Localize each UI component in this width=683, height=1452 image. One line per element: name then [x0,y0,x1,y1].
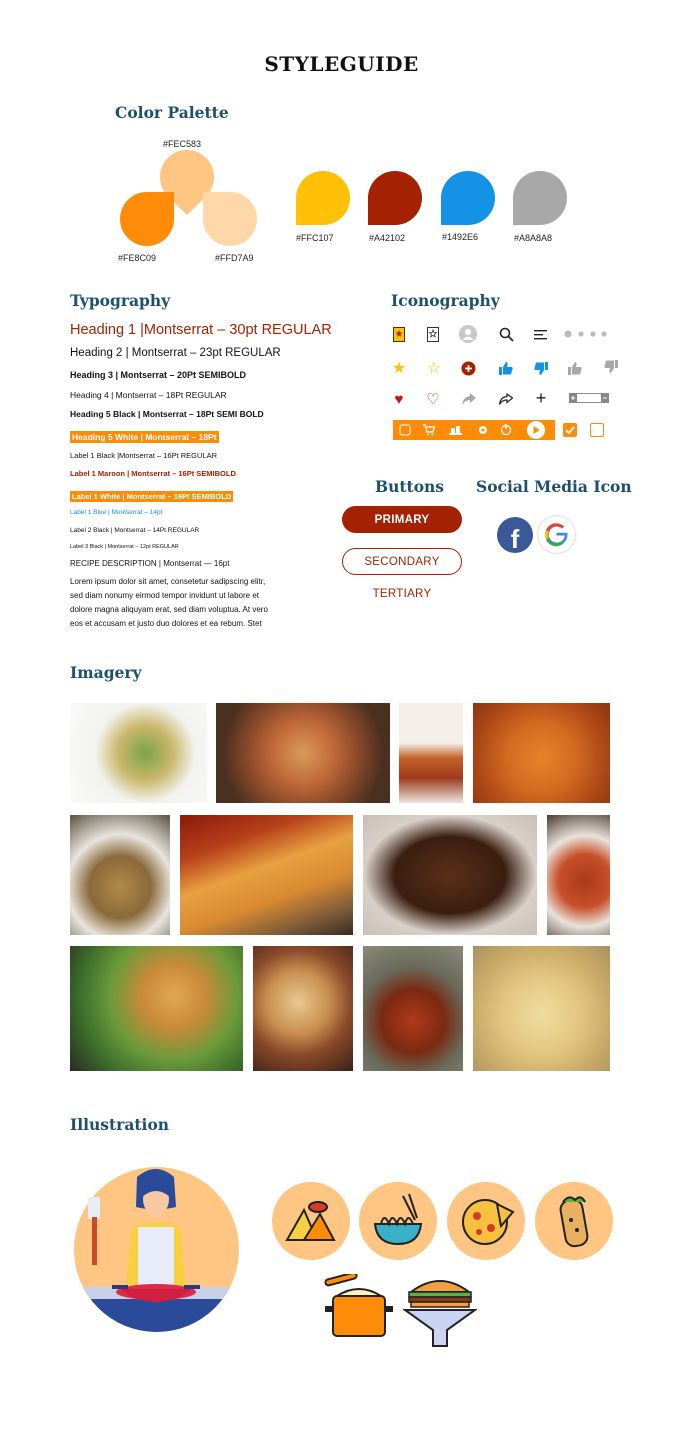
noodle-bowl-icon [359,1182,437,1260]
heart-outline-icon[interactable]: ♡ [424,390,442,408]
bookmark-filled-icon[interactable] [390,325,408,343]
heart-filled-icon[interactable]: ♥ [390,390,408,408]
chef-cooking-illustration [74,1167,239,1332]
thumb-down-blue-icon[interactable] [532,359,550,377]
pasta-salad-image [70,703,207,803]
lorem-line: Lorem ipsum dolor sit amet, consetetur s… [70,577,266,586]
swatch-ffd7a9 [203,192,257,246]
swatch-label: #1492E6 [442,232,479,242]
sample-label-2: Label 2 Black | Montserrat – 14Pt REGULA… [70,527,200,534]
add-circle-icon[interactable] [459,359,477,377]
swatch-label: #A42102 [369,233,406,243]
chocolate-cake-image [363,815,537,935]
swatch-label: #FFD7A9 [215,253,254,263]
typography-heading: Typography [70,291,171,310]
imagery-heading: Imagery [70,663,142,682]
samosa-image [70,946,243,1071]
thumb-up-gray-icon[interactable] [566,359,584,377]
iconography-heading: Iconography [391,291,500,310]
burrito-image [253,946,353,1071]
swatch-a42102 [368,171,422,225]
thumb-down-gray-icon[interactable] [602,357,620,375]
lorem-line: eos et accusam et justo duo dolores et e… [70,619,262,628]
dots-icon[interactable] [564,325,608,343]
google-icon[interactable] [538,516,575,553]
facebook-icon[interactable]: f [497,517,533,553]
pizza-image [216,703,390,803]
swatch-1492e6 [441,171,495,225]
meatballs-image [547,815,610,935]
color-palette-heading: Color Palette [115,103,229,122]
penne-arrabbiata-image [473,703,610,803]
checkbox-empty-icon[interactable] [590,423,604,437]
swatch-ffc107 [296,171,350,225]
swatch-label: #A8A8A8 [514,233,553,243]
menu-icon[interactable] [531,325,549,343]
quantity-stepper-icon[interactable] [569,393,609,403]
swatch-label: #FEC583 [163,139,202,149]
user-avatar-icon[interactable] [459,325,477,343]
lorem-line: sed diam nonumy eirmod tempor invidunt u… [70,591,259,600]
swatch-label: #FFC107 [296,233,334,243]
swatch-a8a8a8 [513,171,567,225]
sample-heading-5-black: Heading 5 Black | Montserrat – 18Pt SEMI… [70,409,264,419]
dosa-image [180,815,353,935]
plus-icon[interactable]: + [532,388,550,408]
share-gray-icon[interactable] [460,390,478,408]
buttons-heading: Buttons [375,477,445,496]
burger-funnel-icon [401,1274,479,1350]
primary-button[interactable]: PRIMARY [342,506,462,533]
social-heading: Social Media Icon [476,477,632,496]
sample-heading-4: Heading 4 | Montserrat – 18Pt REGULAR [70,390,227,400]
sample-label-1-maroon: Label 1 Maroon | Montserrat – 16Pt SEMIB… [70,469,236,478]
sample-label-1-black: Label 1 Black |Montserrat – 16Pt REGULAR [70,451,218,460]
pizza-icon [447,1182,525,1260]
illustration-heading: Illustration [70,1115,170,1134]
burrito-icon [535,1182,613,1260]
swatch-label: #FE8C09 [118,253,157,263]
tab-bar-icons [399,421,545,439]
sample-label-1-blue: Label 1 Blue | Montserrat – 14pt [70,509,163,516]
curry-bowl-image [363,946,463,1071]
star-outline-icon[interactable]: ☆ [425,359,443,377]
sample-heading-3: Heading 3 | Montserrat – 20Pt SEMIBOLD [70,370,247,380]
secondary-button[interactable]: SECONDARY [342,548,462,575]
sample-label-1-white: Label 1 White | Montserrat – 16Pt SEMIBO… [70,491,234,502]
checkbox-checked-icon[interactable] [563,423,577,437]
sample-heading-1: Heading 1 |Montserrat – 30pt REGULAR [70,322,332,338]
star-filled-icon[interactable]: ★ [390,359,408,377]
lorem-line: dolore magna aliquyam erat, sed diam vol… [70,605,268,614]
sample-label-3: Label 3 Black | Montserrat – 12pt REGULA… [70,544,179,550]
penne-alfredo-image [473,946,610,1071]
search-icon[interactable] [497,325,515,343]
sample-heading-5-white: Heading 5 White | Montserrat – 18Pt [70,431,219,443]
biryani-image [70,815,170,935]
bookmark-outline-icon[interactable] [424,325,442,343]
sample-heading-2: Heading 2 | Montserrat – 23pt REGULAR [70,347,281,359]
spaghetti-fork-image [399,703,463,803]
sample-recipe-description: RECIPE DESCRIPTION | Montserrat — 16pt [70,559,230,568]
swatch-fe8c09 [120,192,174,246]
page-title: STYLEGUIDE [264,52,419,76]
bottom-tab-bar [393,420,555,440]
tertiary-button[interactable]: TERTIARY [342,588,462,600]
samosa-icon [272,1182,350,1260]
thumb-up-blue-icon[interactable] [497,359,515,377]
cooking-pot-icon [323,1271,395,1342]
share-outline-icon[interactable] [497,390,515,408]
